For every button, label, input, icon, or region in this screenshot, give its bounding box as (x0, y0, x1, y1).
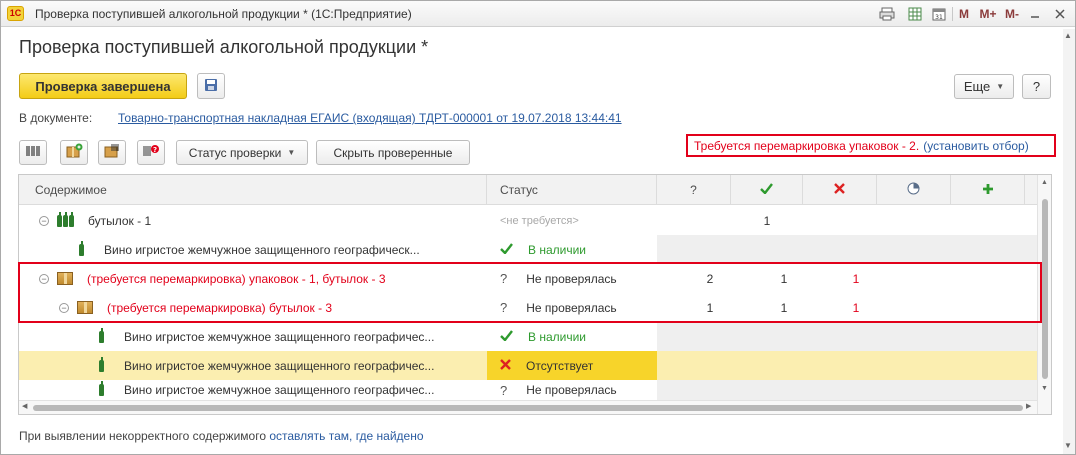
barcode-icon (25, 144, 41, 161)
table-row-selected[interactable]: Вино игристое жемчужное защищенного геог… (19, 351, 1037, 380)
checkmark-icon (500, 329, 513, 344)
minimize-icon[interactable] (1027, 4, 1043, 24)
more-menu-button[interactable]: Еще ▼ (954, 74, 1014, 99)
document-link[interactable]: Товарно-транспортная накладная ЕГАИС (вх… (118, 111, 622, 125)
app-logo-icon[interactable]: 1С (7, 6, 24, 21)
row-status: Отсутствует (526, 358, 594, 373)
print-icon[interactable] (877, 4, 897, 24)
floppy-disk-icon (204, 78, 218, 95)
collapse-toggle-icon[interactable]: − (39, 215, 49, 226)
col-found[interactable] (731, 175, 803, 205)
scroll-down-icon[interactable]: ▼ (1064, 441, 1072, 450)
plus-icon (982, 183, 994, 198)
caret-down-icon: ▼ (996, 82, 1005, 91)
svg-text:?: ? (153, 146, 157, 154)
row-found-count: 1 (763, 213, 771, 228)
col-partial[interactable] (877, 175, 951, 205)
box-add-icon (65, 143, 83, 162)
row-content: Вино игристое жемчужное защищенного геог… (124, 383, 435, 397)
remarking-warning: Требуется перемаркировка упаковок - 2. (… (686, 134, 1056, 157)
row-content: бутылок - 1 (88, 213, 152, 228)
scroll-up-icon[interactable]: ▲ (1064, 31, 1072, 40)
checkmark-icon (500, 242, 513, 257)
scroll-right-icon[interactable]: ▶ (1026, 402, 1031, 410)
table-row[interactable]: Вино игристое жемчужное защищенного геог… (19, 380, 1037, 400)
svg-text:31: 31 (935, 14, 943, 21)
form-vertical-scrollbar[interactable] (1063, 29, 1075, 454)
check-status-dropdown[interactable]: Статус проверки ▼ (176, 140, 308, 165)
row-content: Вино игристое жемчужное защищенного геог… (104, 242, 420, 257)
scan-barcode-button[interactable] (19, 140, 47, 165)
scroll-left-icon[interactable]: ◀ (22, 402, 27, 410)
calendar-icon[interactable]: 31 (929, 4, 949, 24)
remarking-highlight-frame (18, 262, 1042, 323)
bottle-icon (99, 356, 104, 372)
row-status: <не требуется> (500, 214, 579, 227)
box-barcode-icon (103, 143, 121, 162)
col-status[interactable]: Статус (487, 175, 657, 205)
add-package-button[interactable] (60, 140, 88, 165)
document-label: В документе: (19, 111, 93, 125)
caret-down-icon: ▼ (287, 148, 296, 157)
col-extra[interactable] (951, 175, 1025, 205)
checkmark-icon (760, 183, 773, 197)
barcode-question-icon: ? (142, 143, 160, 162)
row-status: В наличии (528, 242, 587, 257)
horizontal-scroll-thumb[interactable] (33, 405, 1023, 411)
col-missing[interactable] (803, 175, 877, 205)
table-row[interactable]: Вино игристое жемчужное защищенного геог… (19, 322, 1037, 351)
col-unchecked[interactable]: ? (657, 175, 731, 205)
scroll-down-icon[interactable]: ▼ (1041, 385, 1048, 392)
hide-checked-button[interactable]: Скрыть проверенные (316, 140, 470, 165)
scroll-up-icon[interactable]: ▲ (1041, 179, 1048, 186)
footer-text: При выявлении некорректного содержимого (19, 429, 266, 443)
vertical-scroll-thumb[interactable] (1042, 199, 1048, 379)
col-content[interactable]: Содержимое (19, 175, 487, 205)
bottle-icon (99, 381, 104, 396)
package-barcode-button[interactable] (98, 140, 126, 165)
pie-icon (907, 182, 920, 198)
bottle-icon (79, 240, 84, 256)
cross-icon (500, 358, 511, 373)
table-header: Содержимое Статус ? (19, 175, 1037, 205)
check-status-label: Статус проверки (188, 145, 282, 160)
row-status: В наличии (528, 329, 587, 344)
unknown-barcode-button[interactable]: ? (137, 140, 165, 165)
table-horizontal-scrollbar[interactable]: ◀ ▶ (19, 400, 1037, 414)
warning-text: Требуется перемаркировка упаковок - 2. (694, 138, 920, 153)
bottle-group-icon (57, 211, 74, 227)
footer-hint: При выявлении некорректного содержимого … (19, 429, 424, 443)
help-button[interactable]: ? (1022, 74, 1051, 99)
row-content: Вино игристое жемчужное защищенного геог… (124, 329, 435, 344)
window-title: Проверка поступившей алкогольной продукц… (35, 7, 412, 21)
cross-icon (834, 183, 845, 197)
row-content: Вино игристое жемчужное защищенного геог… (124, 358, 435, 373)
memory-subtract-button[interactable]: M- (1003, 4, 1021, 24)
table-row[interactable]: − бутылок - 1 <не требуется> 1 (19, 206, 1037, 235)
check-complete-button[interactable]: Проверка завершена (19, 73, 187, 99)
spreadsheet-icon[interactable] (905, 4, 925, 24)
footer-link[interactable]: оставлять там, где найдено (269, 429, 423, 443)
more-label: Еще (963, 79, 991, 94)
bottle-icon (99, 327, 104, 343)
set-filter-link[interactable]: (установить отбор) (923, 139, 1028, 153)
question-icon: ? (500, 382, 508, 398)
close-icon[interactable] (1051, 4, 1069, 24)
memory-add-button[interactable]: M+ (977, 4, 999, 24)
save-button[interactable] (197, 73, 225, 99)
title-bar: 1С Проверка поступившей алкогольной прод… (1, 1, 1075, 27)
memory-button[interactable]: M (957, 4, 971, 24)
page-title: Проверка поступившей алкогольной продукц… (19, 37, 429, 57)
row-status: Не проверялась (526, 383, 617, 397)
table-row[interactable]: Вино игристое жемчужное защищенного геог… (19, 235, 1037, 264)
app-window: 1С Проверка поступившей алкогольной прод… (0, 0, 1076, 455)
